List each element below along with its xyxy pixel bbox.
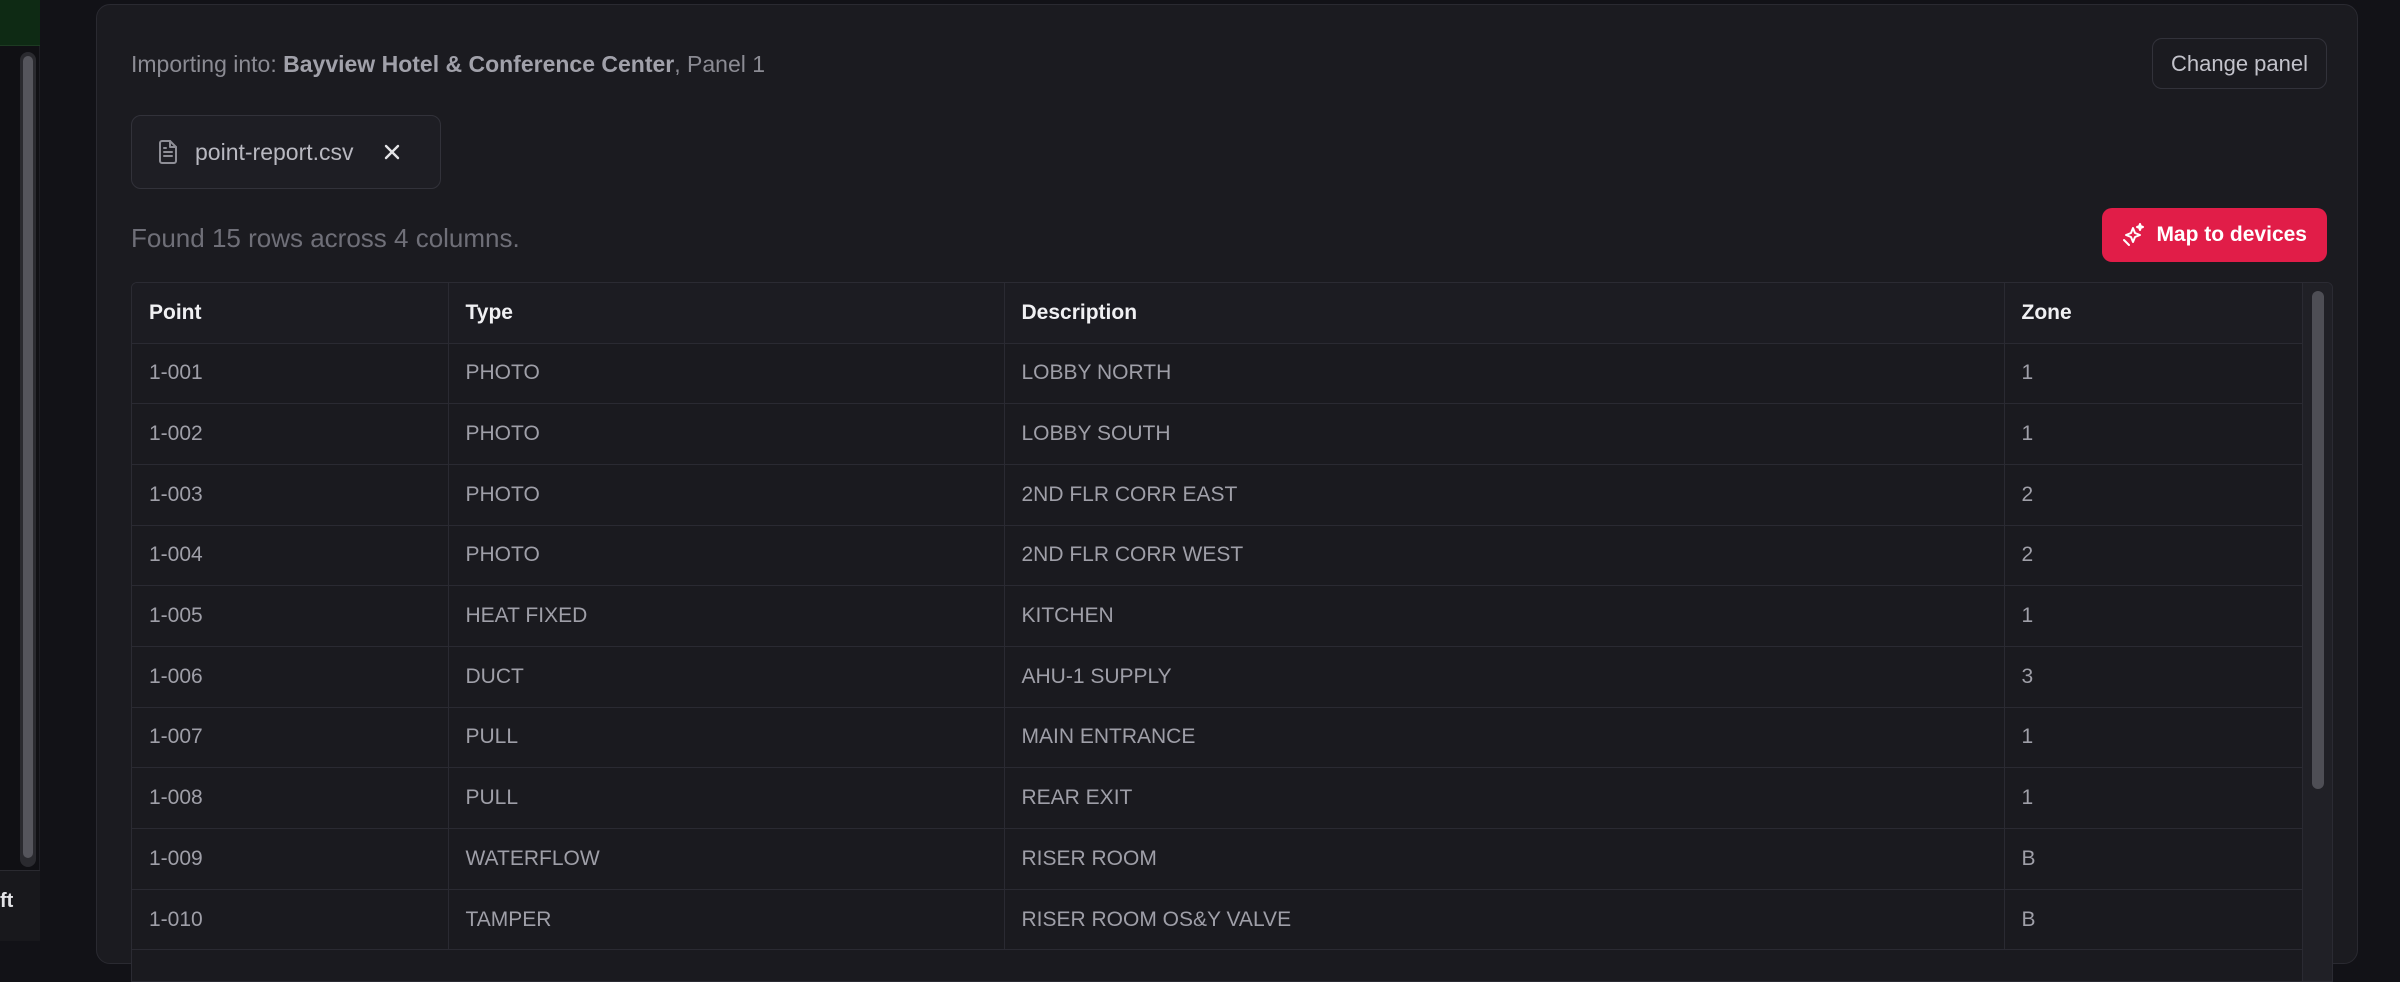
cell-type: PULL [448,767,1005,829]
file-name: point-report.csv [195,138,354,165]
map-to-devices-button[interactable]: Map to devices [2102,208,2327,262]
sidebar-scrollbar-thumb[interactable] [23,56,33,858]
cell-zone: 1 [2004,585,2303,647]
cell-zone: 1 [2004,343,2303,405]
cell-type: WATERFLOW [448,828,1005,890]
cell-description: AHU-1 SUPPLY [1004,646,2005,708]
cell-zone: 2 [2004,464,2303,526]
column-header-description: Description [1004,283,2005,344]
sidebar-top-block [0,0,40,46]
cell-type: DUCT [448,646,1005,708]
cell-point: 1-003 [132,464,449,526]
table-row: 1-002 PHOTO LOBBY SOUTH 1 [132,403,2303,465]
column-header-zone: Zone [2004,283,2303,344]
cell-type: PHOTO [448,403,1005,465]
cell-point: 1-004 [132,525,449,587]
table-row: 1-006 DUCT AHU-1 SUPPLY 3 [132,646,2303,708]
cell-point: 1-006 [132,646,449,708]
column-header-type: Type [448,283,1005,344]
panel-suffix: , Panel 1 [674,51,766,77]
table-row: 1-001 PHOTO LOBBY NORTH 1 [132,343,2303,405]
cell-description: 2ND FLR CORR WEST [1004,525,2005,587]
cell-type: PHOTO [448,464,1005,526]
cell-zone: B [2004,828,2303,890]
cell-description: RISER ROOM [1004,828,2005,890]
importing-prefix: Importing into: [131,51,284,77]
column-header-point: Point [132,283,449,344]
cell-type: HEAT FIXED [448,585,1005,647]
cell-description: 2ND FLR CORR EAST [1004,464,2005,526]
cell-point: 1-008 [132,767,449,829]
cell-description: MAIN ENTRANCE [1004,707,2005,769]
table-header-row: Point Type Description Zone [132,283,2303,344]
file-chip: point-report.csv [131,115,441,189]
cell-zone: 1 [2004,707,2303,769]
cell-zone: 2 [2004,525,2303,587]
cell-point: 1-002 [132,403,449,465]
cell-description: REAR EXIT [1004,767,2005,829]
cell-description: LOBBY SOUTH [1004,403,2005,465]
sidebar-scrollbar[interactable] [20,52,36,867]
table-scrollbar[interactable] [2302,283,2332,981]
site-name: Bayview Hotel & Conference Center [283,51,675,77]
cell-point: 1-001 [132,343,449,405]
cell-zone: 1 [2004,767,2303,829]
importing-into-text: Importing into: Bayview Hotel & Conferen… [131,51,765,78]
change-panel-button[interactable]: Change panel [2151,38,2327,89]
table-row: 1-004 PHOTO 2ND FLR CORR WEST 2 [132,525,2303,587]
cell-point: 1-005 [132,585,449,647]
sidebar-footer-text: ft [0,890,14,912]
rows-found-text: Found 15 rows across 4 columns. [131,223,520,253]
cell-description: LOBBY NORTH [1004,343,2005,405]
cell-description: KITCHEN [1004,585,2005,647]
data-table: Point Type Description Zone 1-001 PHOTO LO… [132,283,2303,951]
cell-zone: 1 [2004,403,2303,465]
left-sidebar: ft [0,0,40,941]
table-scrollbar-thumb[interactable] [2312,291,2324,789]
cell-point: 1-009 [132,828,449,890]
close-icon[interactable] [380,140,404,164]
cell-zone: 3 [2004,646,2303,708]
table-row: 1-003 PHOTO 2ND FLR CORR EAST 2 [132,464,2303,526]
table-row: 1-005 HEAT FIXED KITCHEN 1 [132,585,2303,647]
table-row: 1-007 PULL MAIN ENTRANCE 1 [132,707,2303,769]
sparkles-icon [2120,222,2146,248]
cell-point: 1-007 [132,707,449,769]
table-row: 1-008 PULL REAR EXIT 1 [132,767,2303,829]
cell-type: PHOTO [448,343,1005,405]
data-table-container: Point Type Description Zone 1-001 PHOTO LO… [131,282,2333,982]
import-panel: Importing into: Bayview Hotel & Conferen… [96,4,2358,982]
cell-type: PHOTO [448,525,1005,587]
table-row: 1-009 WATERFLOW RISER ROOM B [132,828,2303,890]
cell-type: PULL [448,707,1005,769]
file-text-icon [157,139,179,165]
map-to-devices-label: Map to devices [2156,223,2307,246]
